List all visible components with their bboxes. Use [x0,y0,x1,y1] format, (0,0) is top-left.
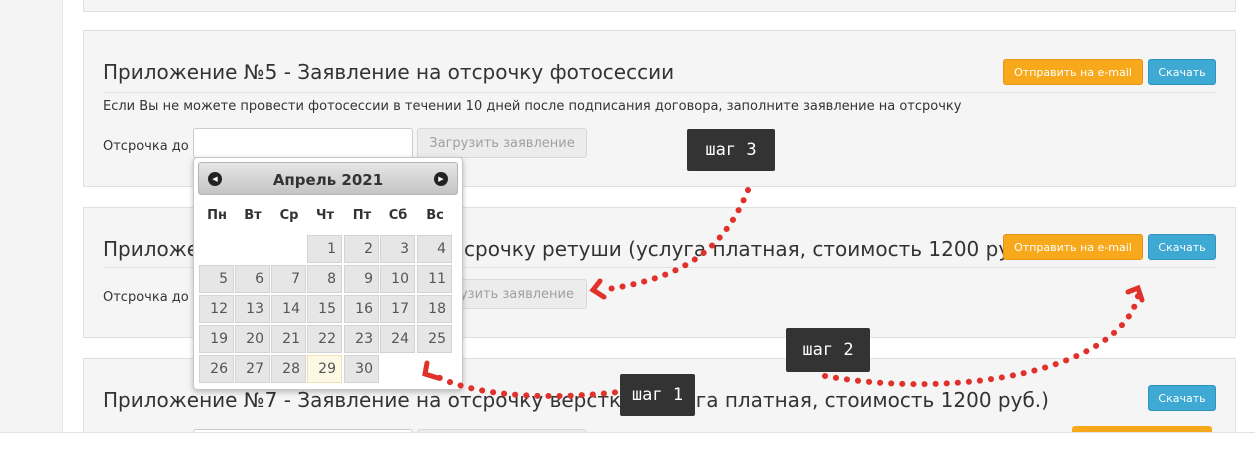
step-2-badge: шаг 2 [786,328,870,372]
arrow-step1 [429,371,651,400]
arrow-step3 [599,187,751,293]
step-1-badge: шаг 1 [620,374,695,416]
step-3-badge: шаг 3 [687,129,775,171]
arrow-step2 [822,293,1141,388]
arrowhead-step2 [1125,284,1145,303]
arrowhead-step1 [422,360,441,381]
arrowhead-step3 [589,278,607,300]
